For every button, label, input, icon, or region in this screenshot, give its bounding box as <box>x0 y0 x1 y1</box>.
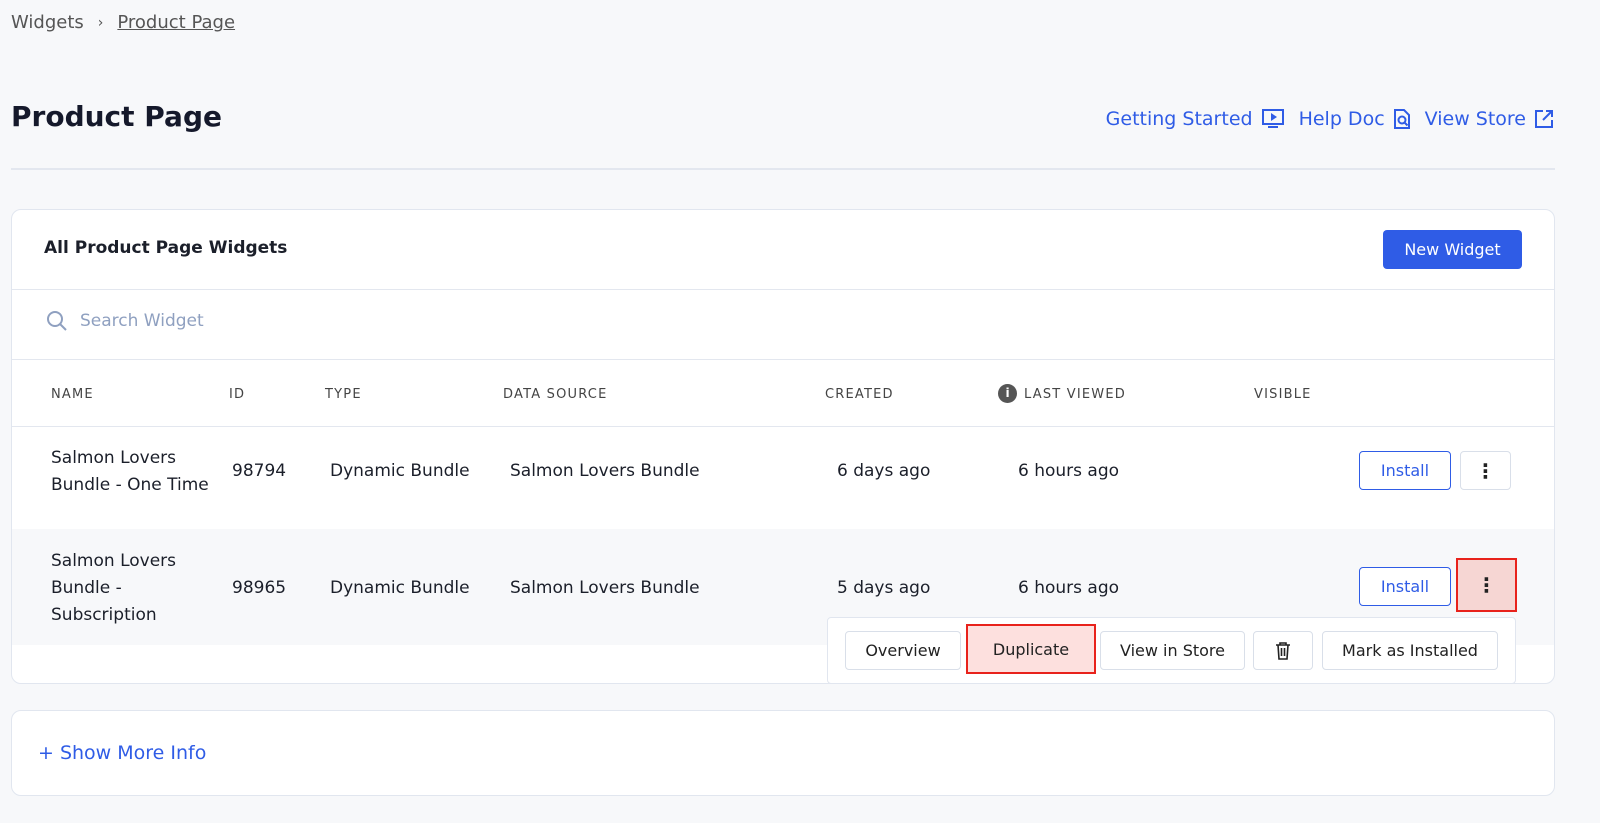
show-more-info-link[interactable]: + Show More Info <box>38 742 206 764</box>
row-id: 98965 <box>232 578 287 598</box>
page-title: Product Page <box>11 100 222 133</box>
row-name: Salmon Lovers Bundle - Subscription <box>51 551 177 625</box>
row-id: 98794 <box>232 461 287 481</box>
view-store-link[interactable]: View Store <box>1425 108 1554 130</box>
install-button[interactable]: Install <box>1359 451 1451 490</box>
row-data-source: Salmon Lovers Bundle <box>510 578 700 598</box>
view-store-label: View Store <box>1424 108 1526 130</box>
help-doc-link[interactable]: Help Doc <box>1299 108 1411 130</box>
column-header-type: TYPE <box>325 387 362 402</box>
column-header-created: CREATED <box>825 387 894 402</box>
breadcrumb-widgets[interactable]: Widgets <box>11 12 84 33</box>
more-info-card <box>11 710 1555 796</box>
video-play-icon <box>1261 109 1284 128</box>
more-options-kebab-icon[interactable]: ⋮ <box>1460 451 1511 490</box>
breadcrumb-product-page[interactable]: Product Page <box>117 12 235 33</box>
breadcrumb: Widgets › Product Page <box>11 12 235 33</box>
breadcrumb-separator: › <box>97 14 104 31</box>
external-link-icon <box>1535 110 1553 128</box>
delete-button[interactable] <box>1253 631 1313 670</box>
header-links: Getting Started Help Doc View Store <box>1106 108 1554 130</box>
search-placeholder: Search Widget <box>80 311 204 331</box>
column-header-last-viewed: LAST VIEWED <box>1024 387 1126 402</box>
more-options-kebab-icon[interactable]: ⋮ <box>1456 558 1517 612</box>
getting-started-label: Getting Started <box>1105 108 1253 130</box>
view-in-store-button[interactable]: View in Store <box>1100 631 1245 670</box>
install-button[interactable]: Install <box>1359 567 1451 606</box>
column-header-data-source: DATA SOURCE <box>503 387 608 402</box>
row-type: Dynamic Bundle <box>330 461 470 481</box>
row-data-source: Salmon Lovers Bundle <box>510 461 700 481</box>
trash-icon <box>1276 641 1290 660</box>
divider <box>12 426 1554 427</box>
duplicate-button[interactable]: Duplicate <box>966 624 1096 674</box>
mark-as-installed-button[interactable]: Mark as Installed <box>1322 631 1498 670</box>
getting-started-link[interactable]: Getting Started <box>1106 108 1285 130</box>
info-icon[interactable]: i <box>998 384 1017 403</box>
overview-button[interactable]: Overview <box>845 631 961 670</box>
column-header-visible: VISIBLE <box>1254 387 1312 402</box>
new-widget-button[interactable]: New Widget <box>1383 230 1522 269</box>
column-header-id: ID <box>229 387 246 402</box>
card-title: All Product Page Widgets <box>44 238 288 258</box>
divider <box>12 289 1554 290</box>
search-input[interactable]: Search Widget <box>46 310 204 332</box>
divider <box>12 359 1554 360</box>
row-type: Dynamic Bundle <box>330 578 470 598</box>
column-header-name: NAME <box>51 387 94 402</box>
row-created: 6 days ago <box>837 461 931 481</box>
search-icon <box>47 311 67 331</box>
help-doc-label: Help Doc <box>1298 108 1385 130</box>
row-last-viewed: 6 hours ago <box>1018 461 1120 481</box>
row-last-viewed: 6 hours ago <box>1018 578 1120 598</box>
divider <box>11 168 1555 170</box>
doc-search-icon <box>1393 109 1410 129</box>
row-name: Salmon Lovers Bundle - One Time <box>51 448 209 495</box>
row-created: 5 days ago <box>837 578 931 598</box>
